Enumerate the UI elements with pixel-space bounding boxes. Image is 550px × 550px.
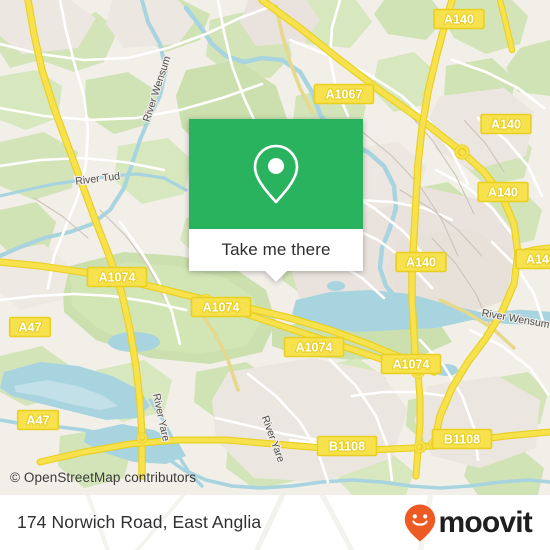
take-me-there-button[interactable]: Take me there bbox=[189, 229, 363, 271]
moovit-logo[interactable]: moovit bbox=[403, 503, 533, 543]
road-shield-label: B1108 bbox=[329, 440, 365, 454]
road-shield-label: A140 bbox=[526, 253, 550, 267]
road-shield: A140 bbox=[480, 113, 532, 135]
road-shield-label: A140 bbox=[491, 118, 521, 132]
road-shield: A1067 bbox=[313, 83, 375, 105]
road-shield-label: A47 bbox=[19, 321, 42, 335]
map-pin-smile-icon bbox=[405, 504, 436, 541]
road-shield-label: A1074 bbox=[393, 358, 430, 372]
map-screen: River Wensum River Tud River Wensum River Y… bbox=[0, 0, 550, 550]
road-shield-label: A140 bbox=[488, 186, 518, 200]
road-shield-label: A1074 bbox=[296, 341, 333, 355]
popup-image-area bbox=[189, 119, 363, 229]
moovit-wordmark: moovit bbox=[438, 505, 532, 539]
road-shield: B1108 bbox=[431, 428, 493, 450]
road-shield: A1074 bbox=[380, 353, 442, 375]
road-shield-label: A1067 bbox=[326, 88, 363, 102]
address-label: 174 Norwich Road, East Anglia bbox=[17, 512, 262, 532]
location-pin-icon bbox=[253, 144, 299, 204]
road-shield-label: A1074 bbox=[203, 301, 240, 315]
road-shield: A140 bbox=[477, 181, 529, 203]
road-shield: A140 bbox=[433, 8, 485, 30]
road-shield-label: A140 bbox=[444, 13, 474, 27]
road-shield: A1074 bbox=[283, 336, 345, 358]
road-shield: A140 bbox=[515, 248, 550, 270]
osm-attribution[interactable]: © OpenStreetMap contributors bbox=[10, 470, 196, 485]
road-shield-label: B1108 bbox=[444, 433, 480, 447]
road-shield: A47 bbox=[8, 316, 52, 338]
road-shield: A47 bbox=[16, 409, 60, 431]
road-shield: B1108 bbox=[316, 435, 378, 457]
popup-tail-arrow bbox=[265, 271, 287, 282]
road-shield: A1074 bbox=[190, 296, 252, 318]
road-shield-label: A47 bbox=[27, 414, 50, 428]
footer-bar: 174 Norwich Road, East Anglia moovit bbox=[0, 495, 550, 550]
road-shield: A1074 bbox=[86, 266, 148, 288]
location-popup-card[interactable]: Take me there bbox=[189, 119, 363, 282]
road-shield-label: A1074 bbox=[99, 271, 136, 285]
road-shield-label: A140 bbox=[406, 256, 436, 270]
road-shield: A140 bbox=[395, 251, 447, 273]
